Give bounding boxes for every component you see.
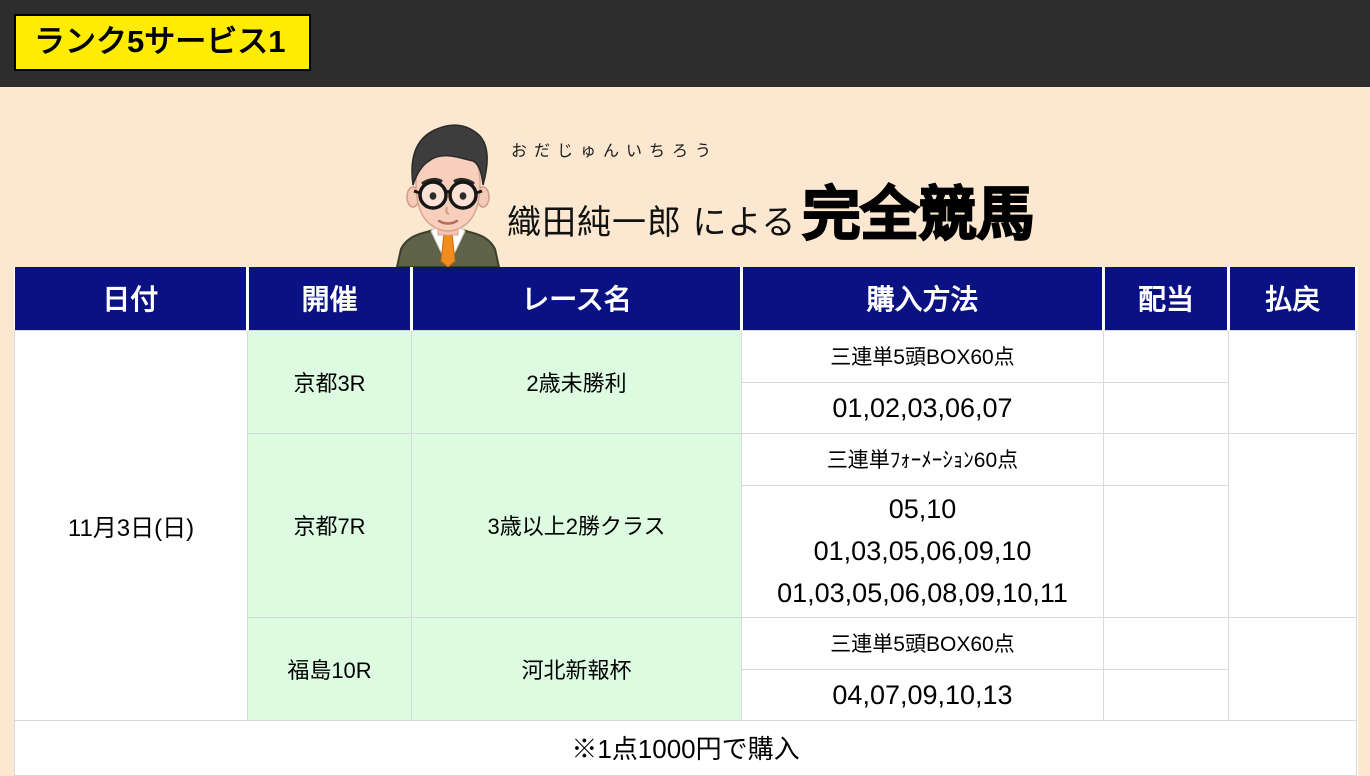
header-race-name: レース名 bbox=[412, 267, 742, 330]
service-title: 完全競馬 bbox=[802, 167, 1034, 251]
venue-cell: 京都3R bbox=[248, 330, 412, 433]
purchase-method-cell: 三連単5頭BOX60点 bbox=[742, 617, 1104, 669]
dividend-cell bbox=[1104, 617, 1229, 669]
man-with-glasses-avatar-icon bbox=[395, 121, 501, 267]
race-prediction-table: 日付 開催 レース名 購入方法 配当 払戻 11月3日(日) 京都3R 2歳未勝… bbox=[14, 267, 1358, 776]
footnote-row: ※1点1000円で購入 bbox=[15, 720, 1357, 775]
horse-numbers-line: 01,03,05,06,08,09,10,11 bbox=[742, 572, 1103, 614]
race-row: 11月3日(日) 京都3R 2歳未勝利 三連単5頭BOX60点 bbox=[15, 330, 1357, 382]
purchase-method-cell: 三連単ﾌｫｰﾒｰｼｮﾝ60点 bbox=[742, 433, 1104, 485]
payout-cell bbox=[1229, 330, 1357, 433]
horse-numbers-line: 04,07,09,10,13 bbox=[742, 674, 1103, 716]
horse-numbers-cell: 04,07,09,10,13 bbox=[742, 669, 1104, 720]
rank-service-badge: ランク5サービス1 bbox=[14, 14, 311, 71]
dividend-cell bbox=[1104, 669, 1229, 720]
table-header-row: 日付 開催 レース名 購入方法 配当 払戻 bbox=[15, 267, 1357, 330]
payout-cell bbox=[1229, 433, 1357, 617]
header-venue: 開催 bbox=[248, 267, 412, 330]
purchase-method-cell: 三連単5頭BOX60点 bbox=[742, 330, 1104, 382]
horse-numbers-line: 01,02,03,06,07 bbox=[742, 387, 1103, 429]
race-name-cell: 2歳未勝利 bbox=[412, 330, 742, 433]
header-dividend: 配当 bbox=[1104, 267, 1229, 330]
price-footnote: ※1点1000円で購入 bbox=[15, 720, 1357, 775]
race-name-cell: 河北新報杯 bbox=[412, 617, 742, 720]
tipster-name-furigana: おだじゅんいちろう bbox=[511, 137, 1034, 161]
hero-section: おだじゅんいちろう 織田純一郎 による 完全競馬 bbox=[0, 87, 1370, 267]
header-payout: 払戻 bbox=[1229, 267, 1357, 330]
dividend-cell bbox=[1104, 433, 1229, 485]
venue-cell: 京都7R bbox=[248, 433, 412, 617]
race-name-cell: 3歳以上2勝クラス bbox=[412, 433, 742, 617]
payout-cell bbox=[1229, 617, 1357, 720]
dividend-cell bbox=[1104, 330, 1229, 382]
horse-numbers-cell: 01,02,03,06,07 bbox=[742, 382, 1104, 433]
horse-numbers-line: 01,03,05,06,09,10 bbox=[742, 530, 1103, 572]
header-purchase-method: 購入方法 bbox=[742, 267, 1104, 330]
top-bar: ランク5サービス1 bbox=[0, 0, 1370, 87]
venue-cell: 福島10R bbox=[248, 617, 412, 720]
horse-numbers-cell: 05,10 01,03,05,06,09,10 01,03,05,06,08,0… bbox=[742, 485, 1104, 617]
service-title-block: おだじゅんいちろう 織田純一郎 による 完全競馬 bbox=[507, 137, 1034, 251]
tipster-name: 織田純一郎 による bbox=[507, 195, 796, 244]
date-cell: 11月3日(日) bbox=[15, 330, 248, 720]
horse-numbers-line: 05,10 bbox=[742, 488, 1103, 530]
dividend-cell bbox=[1104, 382, 1229, 433]
header-date: 日付 bbox=[15, 267, 248, 330]
dividend-cell bbox=[1104, 485, 1229, 617]
tipster-avatar bbox=[395, 121, 501, 267]
